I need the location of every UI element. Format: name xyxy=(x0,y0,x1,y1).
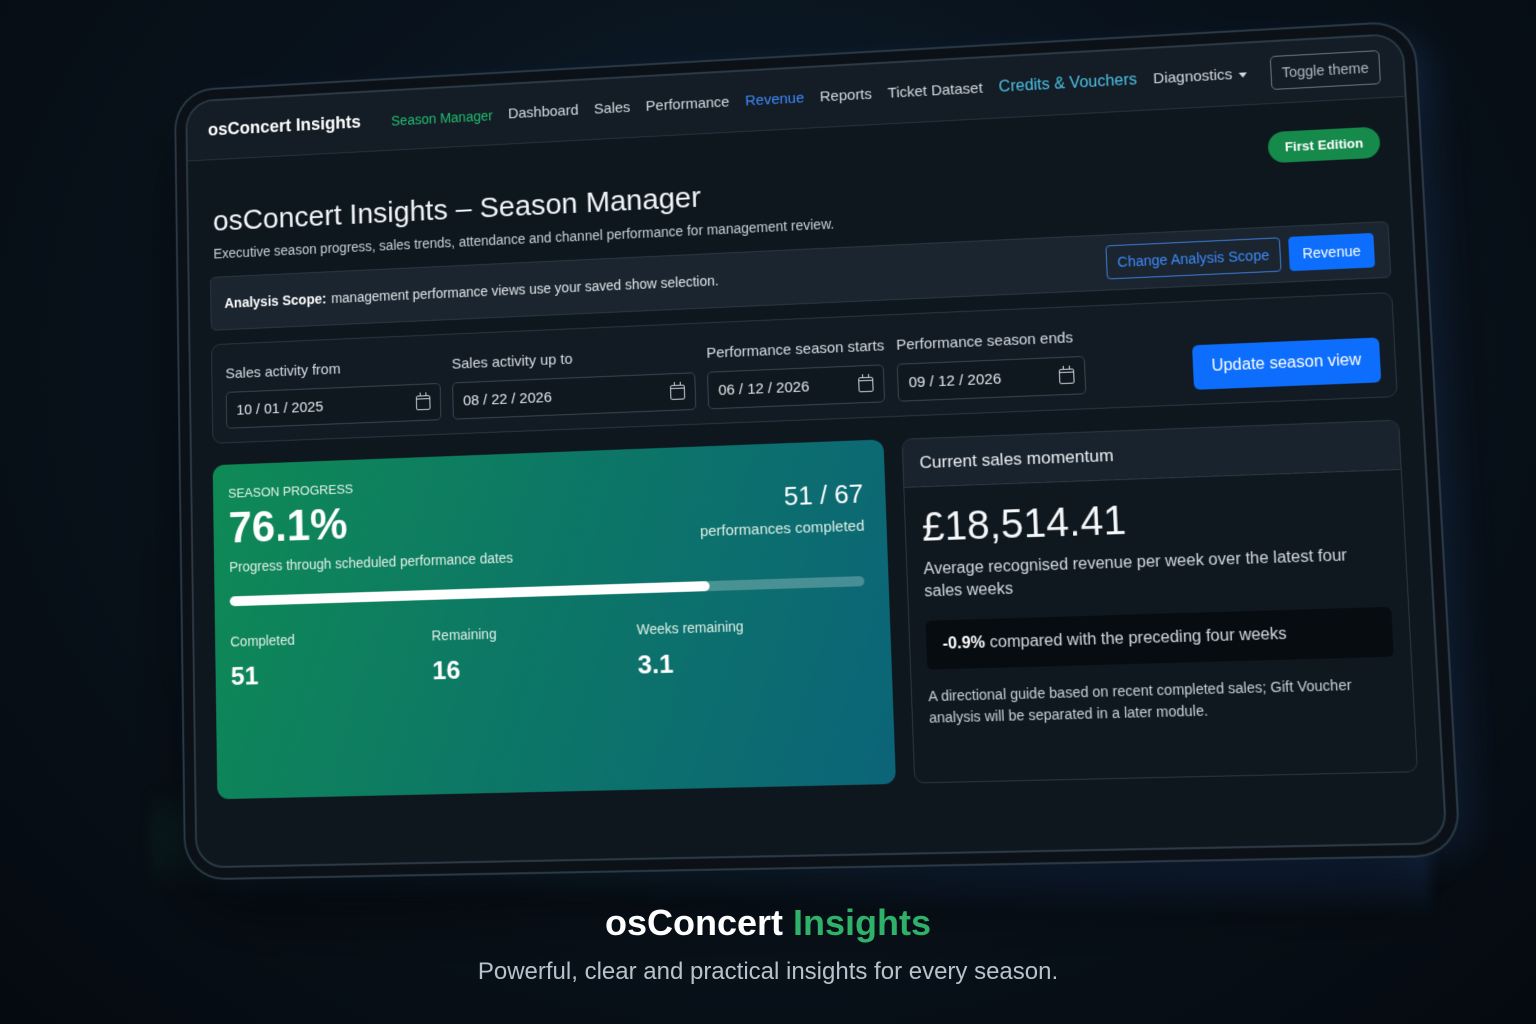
sales-to-label: Sales activity up to xyxy=(451,350,573,373)
stat-remaining: Remaining 16 xyxy=(431,621,638,686)
edition-badge: First Edition xyxy=(1267,126,1381,164)
nav-item-dashboard[interactable]: Dashboard xyxy=(508,102,579,122)
sales-to-field: Sales activity up to 08 / 22 / 2026 xyxy=(452,346,697,420)
stat-value: 16 xyxy=(431,654,461,686)
sales-momentum-card: Current sales momentum £18,514.41 Averag… xyxy=(901,419,1419,784)
calendar-icon[interactable] xyxy=(669,384,686,400)
update-season-view-button[interactable]: Update season view xyxy=(1191,337,1382,390)
stat-label: Completed xyxy=(230,631,295,650)
stat-label: Weeks remaining xyxy=(636,618,744,638)
revenue-button[interactable]: Revenue xyxy=(1288,232,1376,272)
calendar-icon[interactable] xyxy=(1058,367,1075,384)
footer-title: osConcert Insights xyxy=(0,902,1536,944)
sales-to-value: 08 / 22 / 2026 xyxy=(462,388,553,409)
progress-stats: Completed 51 Remaining 16 Weeks remainin… xyxy=(230,614,876,692)
brand-logo[interactable]: osConcert Insights xyxy=(208,112,361,140)
performances-count-value: 51 / 67 xyxy=(783,478,864,512)
nav-item-performance[interactable]: Performance xyxy=(646,94,730,115)
cards-row: Season Progress 76.1% Progress through s… xyxy=(212,419,1419,800)
momentum-note: A directional guide based on recent comp… xyxy=(928,676,1352,726)
scope-label: Analysis Scope: xyxy=(224,290,327,311)
main-content: First Edition osConcert Insights – Seaso… xyxy=(188,97,1442,800)
nav-item-ticket-dataset[interactable]: Ticket Dataset xyxy=(887,80,983,102)
sales-from-field: Sales activity from 10 / 01 / 2025 xyxy=(225,357,442,429)
revenue-change-value: -0.9% xyxy=(942,634,986,653)
footer-tagline: Powerful, clear and practical insights f… xyxy=(477,958,1059,985)
sales-momentum-body: £18,514.41 Average recognised revenue pe… xyxy=(904,470,1415,748)
nav-item-credits-vouchers[interactable]: Credits & Vouchers xyxy=(998,71,1137,96)
stat-weeks-remaining: Weeks remaining 3.1 xyxy=(636,615,847,681)
sales-from-value: 10 / 01 / 2025 xyxy=(236,398,324,419)
toggle-theme-button[interactable]: Toggle theme xyxy=(1269,49,1381,90)
stage: osConcert Insights Season Manager Dashboa… xyxy=(0,0,1536,900)
season-starts-field: Performance season starts 06 / 12 / 2026 xyxy=(706,337,886,410)
sales-from-label: Sales activity from xyxy=(225,360,341,383)
progress-bar-track xyxy=(229,576,865,607)
calendar-icon[interactable] xyxy=(415,394,431,410)
nav-item-reports[interactable]: Reports xyxy=(820,86,873,105)
season-ends-label: Performance season ends xyxy=(895,329,1074,354)
tablet-frame: osConcert Insights Season Manager Dashboa… xyxy=(185,32,1448,869)
stat-value: 51 xyxy=(230,660,259,691)
nav-item-diagnostics[interactable]: Diagnostics xyxy=(1153,65,1247,87)
nav-item-revenue[interactable]: Revenue xyxy=(745,90,805,110)
performances-count: 51 / 67 performances completed xyxy=(698,478,865,541)
progress-bar-fill xyxy=(229,581,710,607)
season-starts-value: 06 / 12 / 2026 xyxy=(718,377,810,399)
stat-value: 3.1 xyxy=(637,648,674,680)
footer-title-accent: Insights xyxy=(793,902,932,943)
revenue-change-box: -0.9% compared with the preceding four w… xyxy=(925,606,1394,670)
scope-text: management performance views use your sa… xyxy=(330,272,719,307)
sales-to-input[interactable]: 08 / 22 / 2026 xyxy=(452,372,697,420)
scope-actions: Change Analysis Scope Revenue xyxy=(1105,232,1376,280)
season-ends-value: 09 / 12 / 2026 xyxy=(908,369,1002,391)
season-starts-label: Performance season starts xyxy=(706,337,885,362)
revenue-change-text: compared with the preceding four weeks xyxy=(989,625,1288,652)
change-analysis-scope-button[interactable]: Change Analysis Scope xyxy=(1105,237,1282,280)
season-starts-input[interactable]: 06 / 12 / 2026 xyxy=(706,364,886,410)
weekly-revenue-amount: £18,514.41 xyxy=(921,498,1128,550)
sales-from-input[interactable]: 10 / 01 / 2025 xyxy=(225,382,442,429)
weekly-revenue-description: Average recognised revenue per week over… xyxy=(923,547,1348,601)
calendar-icon[interactable] xyxy=(858,376,874,392)
stat-completed: Completed 51 xyxy=(230,628,432,692)
footer-title-main: osConcert xyxy=(604,902,783,943)
season-ends-field: Performance season ends 09 / 12 / 2026 xyxy=(896,329,1087,402)
stat-label: Remaining xyxy=(431,625,497,644)
performances-count-label: performances completed xyxy=(699,517,865,541)
nav-item-season-manager[interactable]: Season Manager xyxy=(391,107,493,128)
nav-item-sales[interactable]: Sales xyxy=(594,99,631,117)
season-ends-input[interactable]: 09 / 12 / 2026 xyxy=(896,355,1087,402)
season-progress-card: Season Progress 76.1% Progress through s… xyxy=(212,439,897,800)
